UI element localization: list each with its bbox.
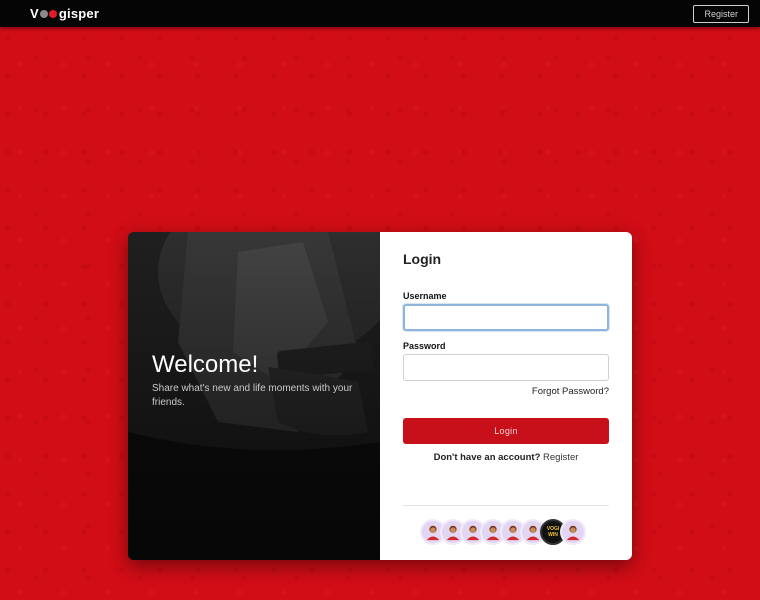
- login-button[interactable]: Login: [403, 418, 609, 444]
- welcome-text: Share what's new and life moments with y…: [152, 383, 353, 408]
- welcome-title: Welcome!: [152, 351, 259, 378]
- password-label: Password: [403, 341, 446, 351]
- logo-dots-icon: [39, 9, 58, 18]
- welcome-panel: Welcome! Share what's new and life momen…: [128, 232, 380, 560]
- username-input[interactable]: [403, 304, 609, 331]
- password-input[interactable]: [403, 354, 609, 381]
- signup-prompt: Don't have an account? Register: [403, 452, 609, 463]
- top-navbar: V gisper Register: [0, 0, 760, 27]
- navbar-register-button[interactable]: Register: [693, 4, 749, 23]
- logo-letter-v: V: [30, 6, 39, 21]
- person-icon: [566, 525, 580, 541]
- site-logo[interactable]: V gisper: [30, 6, 99, 21]
- logo-wordmark: gisper: [58, 6, 100, 21]
- no-account-text: Don't have an account?: [433, 452, 541, 463]
- avatar-row: VOGI WIN: [420, 517, 600, 547]
- login-card: Welcome! Share what's new and life momen…: [128, 232, 632, 560]
- username-label: Username: [403, 291, 447, 301]
- avatar: [560, 519, 586, 545]
- forgot-password-link[interactable]: Forgot Password?: [532, 386, 609, 397]
- login-title: Login: [403, 251, 442, 267]
- divider: [403, 505, 609, 506]
- login-panel: Login Username Password Forgot Password?…: [380, 232, 632, 560]
- register-link[interactable]: Register: [543, 452, 578, 463]
